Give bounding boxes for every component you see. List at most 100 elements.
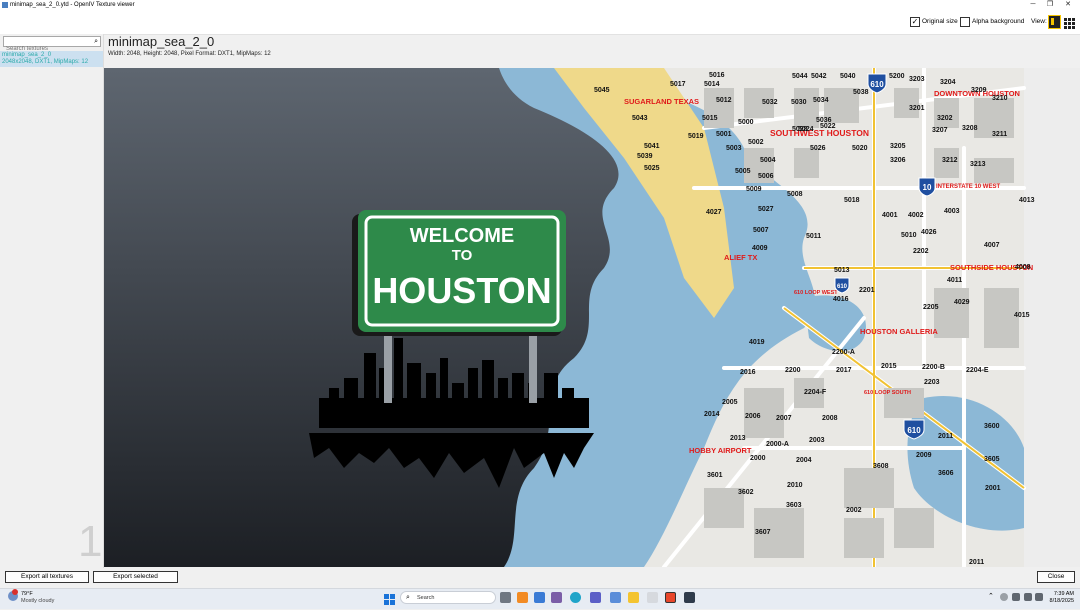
taskbar-search-box[interactable]: ⌕ Search — [400, 591, 496, 604]
edge-browser-icon[interactable] — [570, 592, 581, 603]
texture-list-item[interactable]: minimap_sea_2_0 2048x2048, DXT1, MipMaps… — [0, 51, 103, 67]
view-grid-icon[interactable] — [1064, 16, 1075, 29]
sign-line-1: WELCOME — [410, 225, 514, 247]
volume-icon[interactable] — [1024, 593, 1032, 601]
zone-number: 4007 — [984, 242, 1000, 249]
texture-preview[interactable]: WELCOME TO HOUSTON SUGARLAND TEXAS SOUTH… — [104, 68, 1080, 567]
zone-number: 2002 — [846, 507, 862, 514]
zone-number: 3608 — [873, 463, 889, 470]
zone-number: 5001 — [716, 131, 732, 138]
teams-icon[interactable] — [590, 592, 601, 603]
zone-number: 5017 — [670, 81, 686, 88]
map-label: HOBBY AIRPORT — [689, 446, 752, 455]
search-icon[interactable]: ⌕ — [94, 38, 98, 46]
zone-number: 5009 — [746, 186, 762, 193]
zone-number: 2000-A — [766, 441, 789, 448]
app-icon-dark[interactable] — [684, 592, 695, 603]
app-icon-blue[interactable] — [534, 592, 545, 603]
zone-number: 5015 — [702, 115, 718, 122]
network-icon[interactable] — [1012, 593, 1020, 601]
app-icon-purple[interactable] — [551, 592, 562, 603]
app-icon-orange[interactable] — [517, 592, 528, 603]
maximize-button[interactable]: ❐ — [1040, 0, 1060, 10]
app-icon-blue-2[interactable] — [610, 592, 621, 603]
zone-number: 5019 — [688, 133, 704, 140]
weather-desc: Mostly cloudy — [21, 598, 55, 604]
zone-number: 2200-B — [922, 364, 945, 371]
battery-icon[interactable] — [1035, 593, 1043, 601]
zone-number: 2204-F — [804, 389, 827, 396]
tray-icon[interactable] — [1000, 593, 1008, 601]
alpha-background-checkbox[interactable] — [960, 17, 970, 27]
zone-number: 5007 — [753, 227, 769, 234]
zone-number: 3600 — [984, 423, 1000, 430]
zone-number: 5040 — [840, 73, 856, 80]
app-icon-grey[interactable] — [647, 592, 658, 603]
zone-number: 5004 — [760, 157, 776, 164]
view-list-icon[interactable] — [1048, 15, 1061, 29]
clock-date[interactable]: 8/18/2025 — [1044, 598, 1074, 604]
zone-number: 3607 — [755, 529, 771, 536]
zone-number: 4002 — [908, 212, 924, 219]
zone-number: 5002 — [748, 139, 764, 146]
zone-number: 2017 — [836, 367, 852, 374]
clock-time[interactable]: 7:39 AM — [1046, 591, 1074, 597]
zone-number: 5005 — [735, 168, 751, 175]
zone-number: 3201 — [909, 105, 925, 112]
zone-number: 5044 — [792, 73, 808, 80]
zone-number: 4016 — [833, 296, 849, 303]
zone-number: 3211 — [992, 131, 1007, 138]
task-view-icon[interactable] — [500, 592, 511, 603]
zone-number: 2003 — [809, 437, 825, 444]
zone-number: 5025 — [644, 165, 660, 172]
zone-number: 5027 — [758, 206, 774, 213]
zone-number: 5038 — [853, 89, 869, 96]
zone-number: 5011 — [806, 233, 821, 240]
openiv-icon[interactable] — [665, 592, 676, 603]
texture-name-heading: minimap_sea_2_0 — [108, 34, 215, 49]
zone-number: 5042 — [811, 73, 827, 80]
zone-number: 5008 — [787, 191, 803, 198]
sign-line-2: TO — [452, 247, 473, 264]
zone-number: 5032 — [762, 99, 778, 106]
chevron-up-icon[interactable]: ⌃ — [988, 593, 994, 601]
zone-number: 4001 — [882, 212, 898, 219]
highway-shield: 10 — [923, 183, 932, 192]
zone-number: 5020 — [852, 145, 868, 152]
zone-number: 5006 — [758, 173, 774, 180]
zone-number: 2006 — [745, 413, 761, 420]
zone-number: 5030 — [791, 99, 807, 106]
zone-number: 2011 — [969, 559, 984, 566]
zone-number: 2007 — [776, 415, 792, 422]
highway-shield: 610 — [870, 80, 884, 89]
zone-number: 2005 — [722, 399, 738, 406]
file-explorer-icon[interactable] — [628, 592, 639, 603]
map-label: 610 LOOP SOUTH — [864, 390, 911, 396]
highway-shield: 610 — [837, 284, 848, 290]
zone-number: 5012 — [716, 97, 732, 104]
start-menu-icon[interactable] — [384, 592, 395, 605]
export-selected-button[interactable]: Export selected — [93, 571, 178, 583]
zone-number: 2011 — [938, 433, 953, 440]
zone-number: 5028 — [792, 126, 808, 133]
zone-number: 2016 — [740, 369, 756, 376]
zone-number: 4015 — [1014, 312, 1030, 319]
zone-number: 3209 — [971, 87, 987, 94]
zone-number: 5200 — [889, 73, 905, 80]
zone-number: 4019 — [749, 339, 765, 346]
close-button[interactable]: Close — [1037, 571, 1075, 583]
zone-number: 3202 — [937, 115, 953, 122]
zone-number: 5039 — [637, 153, 653, 160]
app-icon — [2, 2, 8, 8]
search-box[interactable]: ⌕ — [3, 36, 101, 54]
zone-number: 4027 — [706, 209, 722, 216]
zone-number: 4029 — [954, 299, 970, 306]
export-all-button[interactable]: Export all textures — [5, 571, 89, 583]
close-window-button[interactable]: ✕ — [1058, 0, 1078, 10]
map-label: ALIEF TX — [724, 253, 757, 262]
zone-number: 3602 — [738, 489, 754, 496]
zone-number: 5034 — [813, 97, 829, 104]
original-size-checkbox[interactable]: ✓ — [910, 17, 920, 27]
zone-number: 2009 — [916, 452, 932, 459]
zone-number: 2200 — [785, 367, 801, 374]
